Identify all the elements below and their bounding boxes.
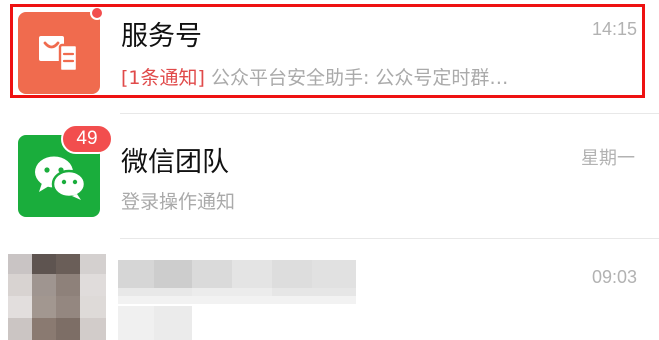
pixelated-avatar bbox=[8, 254, 106, 340]
shopping-bag-icon bbox=[39, 36, 79, 73]
notification-tag: [1条通知] bbox=[121, 67, 205, 89]
pixelated-chat-name bbox=[118, 260, 356, 304]
pixelated-chat-preview bbox=[118, 306, 192, 340]
service-accounts-avatar bbox=[18, 12, 100, 94]
chat-name: 服务号 bbox=[121, 21, 202, 52]
chat-name: 微信团队 bbox=[121, 147, 229, 178]
wechat-logo-icon bbox=[35, 156, 86, 200]
chat-time: 14:15 bbox=[591, 19, 637, 39]
unread-dot bbox=[90, 6, 104, 20]
chat-preview: [1条通知] 公众平台安全助手: 公众号定时群… bbox=[121, 63, 616, 90]
chat-time: 09:03 bbox=[591, 267, 637, 287]
chat-preview: 登录操作通知 bbox=[121, 191, 236, 213]
divider bbox=[120, 113, 659, 114]
chat-preview-text: 公众平台安全助手: 公众号定时群… bbox=[204, 67, 509, 89]
divider bbox=[120, 238, 659, 239]
chat-time: 星期一 bbox=[581, 148, 635, 168]
unread-count-badge: 49 bbox=[61, 124, 113, 154]
chat-list: 服务号 14:15 [1条通知] 公众平台安全助手: 公众号定时群… 49 微信… bbox=[0, 0, 659, 340]
